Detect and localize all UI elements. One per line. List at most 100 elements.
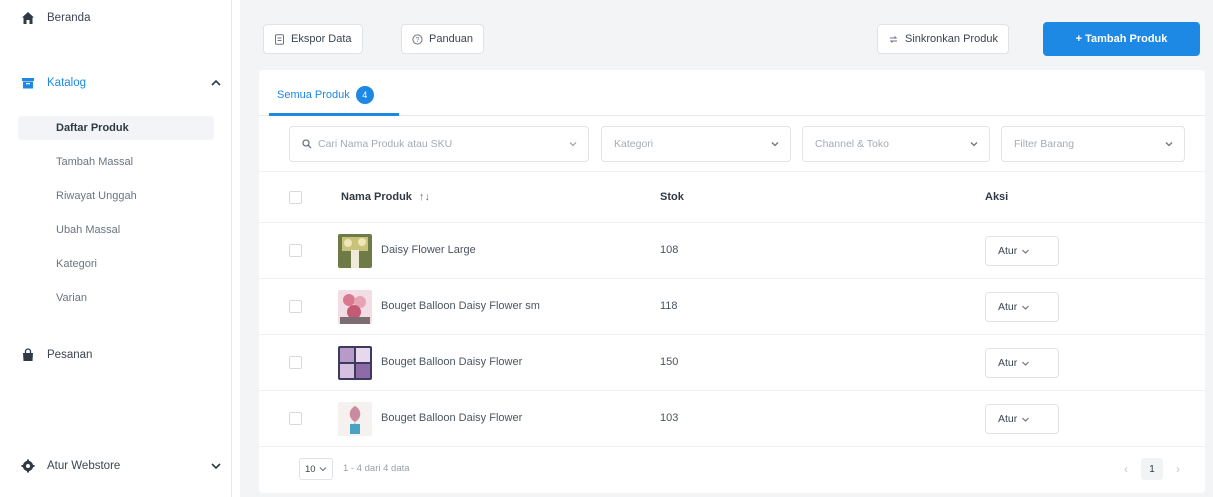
tab-all-products-label: Semua Produk <box>277 89 350 101</box>
page-size-select[interactable]: 10 <box>299 458 333 480</box>
chevron-down-icon <box>970 142 978 147</box>
chevron-down-icon <box>1022 361 1030 366</box>
table-footer: 10 1 - 4 dari 4 data ‹ 1 › <box>259 446 1205 493</box>
sort-icon[interactable]: ↑↓ <box>419 191 430 203</box>
row-action-label: Atur <box>998 245 1018 257</box>
row-action-label: Atur <box>998 357 1018 369</box>
column-header-name[interactable]: Nama Produk ↑↓ <box>341 191 430 203</box>
svg-text:?: ? <box>416 37 420 44</box>
table-row[interactable]: Bouget Balloon Daisy Flower sm 118 Atur <box>259 279 1205 335</box>
add-product-button[interactable]: + Tambah Produk <box>1043 22 1200 56</box>
next-page-button[interactable]: › <box>1171 458 1185 480</box>
row-checkbox[interactable] <box>289 244 302 257</box>
channel-select[interactable]: Channel & Toko <box>802 126 990 162</box>
page-number-button[interactable]: 1 <box>1141 458 1163 480</box>
product-name[interactable]: Bouget Balloon Daisy Flower sm <box>381 300 540 312</box>
bag-icon <box>23 348 33 361</box>
row-checkbox[interactable] <box>289 412 302 425</box>
tab-bar: Semua Produk 4 <box>259 70 1205 116</box>
chevron-down-icon <box>1022 417 1030 422</box>
column-header-name-label: Nama Produk <box>341 191 412 203</box>
column-header-action: Aksi <box>985 191 1009 203</box>
sidebar: Beranda Katalog Daftar Produk Tambah Mas… <box>0 0 232 497</box>
row-action-dropdown[interactable]: Atur <box>985 292 1059 322</box>
nav-item-webstore[interactable]: Atur Webstore <box>0 452 232 480</box>
gear-icon <box>21 459 35 473</box>
row-action-dropdown[interactable]: Atur <box>985 404 1059 434</box>
product-thumbnail <box>338 290 372 324</box>
table-header: Nama Produk ↑↓ Stok Aksi <box>259 171 1205 223</box>
guide-button[interactable]: ? Panduan <box>401 24 485 54</box>
category-select[interactable]: Kategori <box>601 126 791 162</box>
filter-placeholder: Filter Barang <box>1014 138 1075 150</box>
product-card: Semua Produk 4 Cari Nama Produk atau SKU… <box>259 70 1205 493</box>
main-content: Ekspor Data ? Panduan Sinkronkan Produk … <box>240 0 1213 497</box>
row-action-label: Atur <box>998 301 1018 313</box>
product-name[interactable]: Bouget Balloon Daisy Flower <box>381 412 522 424</box>
sidebar-item-tambah-massal[interactable]: Tambah Massal <box>56 152 133 172</box>
table-row[interactable]: Bouget Balloon Daisy Flower 150 Atur <box>259 335 1205 391</box>
column-header-stock: Stok <box>660 191 684 203</box>
nav-label-catalog: Katalog <box>47 77 87 89</box>
product-stock: 108 <box>660 244 679 256</box>
product-name[interactable]: Daisy Flower Large <box>381 244 476 256</box>
help-icon: ? <box>412 33 423 45</box>
sidebar-item-ubah-massal[interactable]: Ubah Massal <box>56 220 120 240</box>
sync-icon <box>889 35 898 43</box>
chevron-down-icon <box>319 467 326 472</box>
row-checkbox[interactable] <box>289 300 302 313</box>
select-all-checkbox[interactable] <box>289 191 302 204</box>
product-stock: 103 <box>660 412 679 424</box>
nav-item-orders[interactable]: Pesanan <box>0 341 232 369</box>
home-icon <box>22 12 34 24</box>
export-data-label: Ekspor Data <box>291 33 352 45</box>
row-action-dropdown[interactable]: Atur <box>985 348 1059 378</box>
row-action-label: Atur <box>998 413 1018 425</box>
nav-label-webstore: Atur Webstore <box>47 460 121 472</box>
product-stock: 150 <box>660 356 679 368</box>
prev-page-button[interactable]: ‹ <box>1119 458 1133 480</box>
search-input[interactable]: Cari Nama Produk atau SKU <box>289 126 589 162</box>
pagination: ‹ 1 › <box>1119 458 1185 480</box>
tab-all-products[interactable]: Semua Produk 4 <box>277 82 374 108</box>
guide-label: Panduan <box>429 33 474 45</box>
chevron-down-icon <box>569 142 577 147</box>
row-action-dropdown[interactable]: Atur <box>985 236 1059 266</box>
product-name[interactable]: Bouget Balloon Daisy Flower <box>381 356 522 368</box>
product-thumbnail <box>338 346 372 380</box>
row-checkbox[interactable] <box>289 356 302 369</box>
nav-label-orders: Pesanan <box>47 349 93 361</box>
document-icon <box>275 33 284 45</box>
tab-count-badge: 4 <box>355 86 374 104</box>
add-product-label: + Tambah Produk <box>1075 33 1168 45</box>
nav-item-catalog[interactable]: Katalog <box>0 69 232 97</box>
table-row[interactable]: Bouget Balloon Daisy Flower 103 Atur <box>259 391 1205 447</box>
sidebar-item-daftar-produk[interactable]: Daftar Produk <box>56 118 129 138</box>
pagination-range: 1 - 4 dari 4 data <box>343 463 410 474</box>
filter-bar: Cari Nama Produk atau SKU Kategori Chann… <box>259 116 1205 171</box>
product-thumbnail <box>338 234 372 268</box>
sidebar-item-riwayat-unggah[interactable]: Riwayat Unggah <box>56 186 137 206</box>
chevron-down-icon <box>771 142 779 147</box>
chevron-down-icon <box>1022 249 1030 254</box>
chevron-down-icon <box>1165 142 1173 147</box>
export-data-button[interactable]: Ekspor Data <box>263 24 363 54</box>
item-filter-select[interactable]: Filter Barang <box>1001 126 1185 162</box>
category-placeholder: Kategori <box>614 138 654 150</box>
chevron-down-icon[interactable] <box>210 460 222 472</box>
toolbar: Ekspor Data ? Panduan Sinkronkan Produk … <box>240 0 1213 64</box>
nav-item-home[interactable]: Beranda <box>0 4 232 32</box>
table-row[interactable]: Daisy Flower Large 108 Atur <box>259 223 1205 279</box>
nav-label-home: Beranda <box>47 12 91 24</box>
sync-products-button[interactable]: Sinkronkan Produk <box>877 24 1009 54</box>
page-size-value: 10 <box>305 463 316 475</box>
product-thumbnail <box>338 402 372 436</box>
sidebar-item-kategori[interactable]: Kategori <box>56 254 97 274</box>
search-icon <box>302 139 312 149</box>
sync-products-label: Sinkronkan Produk <box>905 33 998 45</box>
channel-placeholder: Channel & Toko <box>815 138 889 150</box>
product-stock: 118 <box>660 300 678 312</box>
search-placeholder: Cari Nama Produk atau SKU <box>318 138 453 150</box>
sidebar-item-varian[interactable]: Varian <box>56 288 87 308</box>
chevron-up-icon[interactable] <box>210 77 222 89</box>
